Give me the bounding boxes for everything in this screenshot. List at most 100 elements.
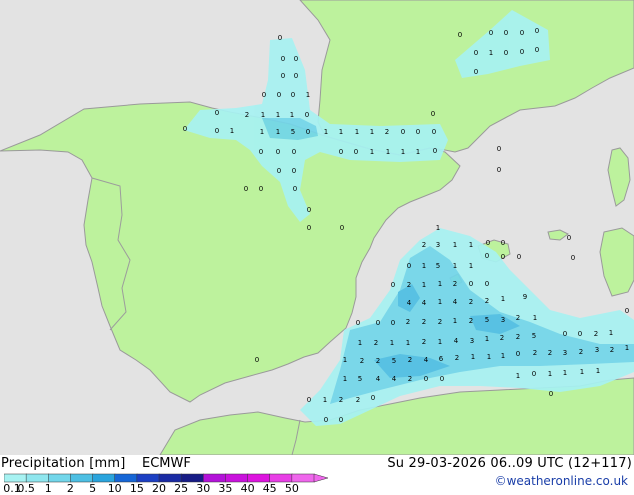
precip-value: 1 [453,262,457,270]
precip-value: 1 [370,148,374,156]
precip-value: 0 [339,416,343,424]
color-scale-tick-label: 40 [240,482,255,495]
valid-time: Su 29-03-2026 06..09 UTC (12+117) [387,456,632,471]
precip-value: 0 [486,239,490,247]
color-scale-swatch [203,473,227,483]
precip-value: 2 [422,241,426,249]
precip-value: 2 [385,128,389,136]
color-scale-tick-label: 25 [174,482,189,495]
precip-value: 1 [343,375,347,383]
precip-value: 0 [625,307,629,315]
color-scale-swatch [70,473,94,483]
precip-value: 2 [406,318,410,326]
precip-value: 0 [433,147,437,155]
color-scale-arrow [313,473,329,483]
precip-value: 6 [439,355,444,363]
color-scale-swatch [291,473,315,483]
legend-title: Precipitation [mm] [1,456,126,471]
precip-value: 5 [485,316,489,324]
precip-value: 1 [416,148,420,156]
precip-value: 0 [474,49,478,57]
precip-value: 0 [520,29,524,37]
precip-value: 3 [595,346,599,354]
precip-value: 0 [259,185,263,193]
precip-value: 2 [469,298,473,306]
precip-value: 0 [277,91,281,99]
precip-value: 2 [374,339,378,347]
precip-value: 0 [578,330,582,338]
color-scale-tick-label: 1 [44,482,52,495]
precip-value: 1 [609,329,613,337]
precip-value: 2 [360,357,364,365]
precip-value: 1 [580,368,584,376]
precip-value: 2 [500,334,504,342]
precip-value: 1 [323,396,327,404]
precip-value: 1 [469,241,473,249]
precip-value: 0 [432,128,436,136]
color-scale-swatch [4,473,27,483]
precip-value: 0 [259,148,263,156]
precip-value: 0 [485,252,489,260]
precip-value: 1 [386,148,390,156]
precip-value: 0 [532,370,536,378]
site-credit: ©weatheronline.co.uk [494,474,628,488]
precip-value: 0 [571,254,575,262]
precip-value: 1 [401,148,405,156]
precip-value: 3 [436,241,440,249]
precip-value: 5 [392,357,396,365]
precip-value: 0 [535,27,539,35]
precip-value: 1 [548,370,552,378]
precip-value: 1 [422,262,426,270]
precip-value: 0 [281,55,285,63]
precip-value: 0 [407,262,411,270]
precip-value: 2 [516,314,520,322]
precip-value: 1 [406,339,410,347]
precip-value: 0 [306,128,310,136]
precip-value: 0 [431,110,435,118]
precip-value: 0 [391,319,395,327]
precip-value: 1 [485,335,489,343]
precip-value: 0 [424,375,428,383]
precip-value: 0 [244,185,248,193]
precip-value: 0 [281,72,285,80]
precip-value: 2 [408,375,412,383]
precip-value: 0 [307,206,311,214]
precip-value: 2 [339,396,343,404]
precip-value: 0 [497,145,501,153]
precip-value: 2 [245,111,249,119]
precip-value: 1 [438,298,442,306]
precip-value: 0 [497,166,501,174]
precip-value: 0 [485,280,489,288]
color-scale-tick-label: 5 [89,482,97,495]
color-scale-swatch [25,473,50,483]
precip-value: 0 [354,148,358,156]
precip-value: 0 [277,167,281,175]
precip-value: 0 [504,49,508,57]
land-sardinia [599,227,634,297]
precip-value: 2 [455,354,459,362]
precip-value: 1 [438,280,442,288]
precip-value: 0 [416,128,420,136]
color-scale-swatch [158,473,182,483]
precip-value: 4 [392,375,397,383]
color-scale-tick-label: 50 [284,482,299,495]
precip-value: 1 [261,111,265,119]
precip-value: 0 [294,55,298,63]
precip-value: 0 [535,46,539,54]
precip-value: 1 [436,224,440,232]
color-scale-swatch [136,473,160,483]
precip-value: 0 [305,111,309,119]
precip-value: 0 [501,253,505,261]
precip-value: 0 [376,319,380,327]
color-scale-swatch [269,473,293,483]
precip-value: 2 [469,317,473,325]
precip-value: 0 [458,31,462,39]
precip-value: 2 [438,318,442,326]
precip-value: 1 [533,314,537,322]
precip-value: 0 [339,148,343,156]
color-scale-tick-label: 2 [66,482,74,495]
precip-value: 1 [339,128,343,136]
precip-value: 5 [358,375,362,383]
precip-value: 0 [440,375,444,383]
precip-value: 0 [307,224,311,232]
